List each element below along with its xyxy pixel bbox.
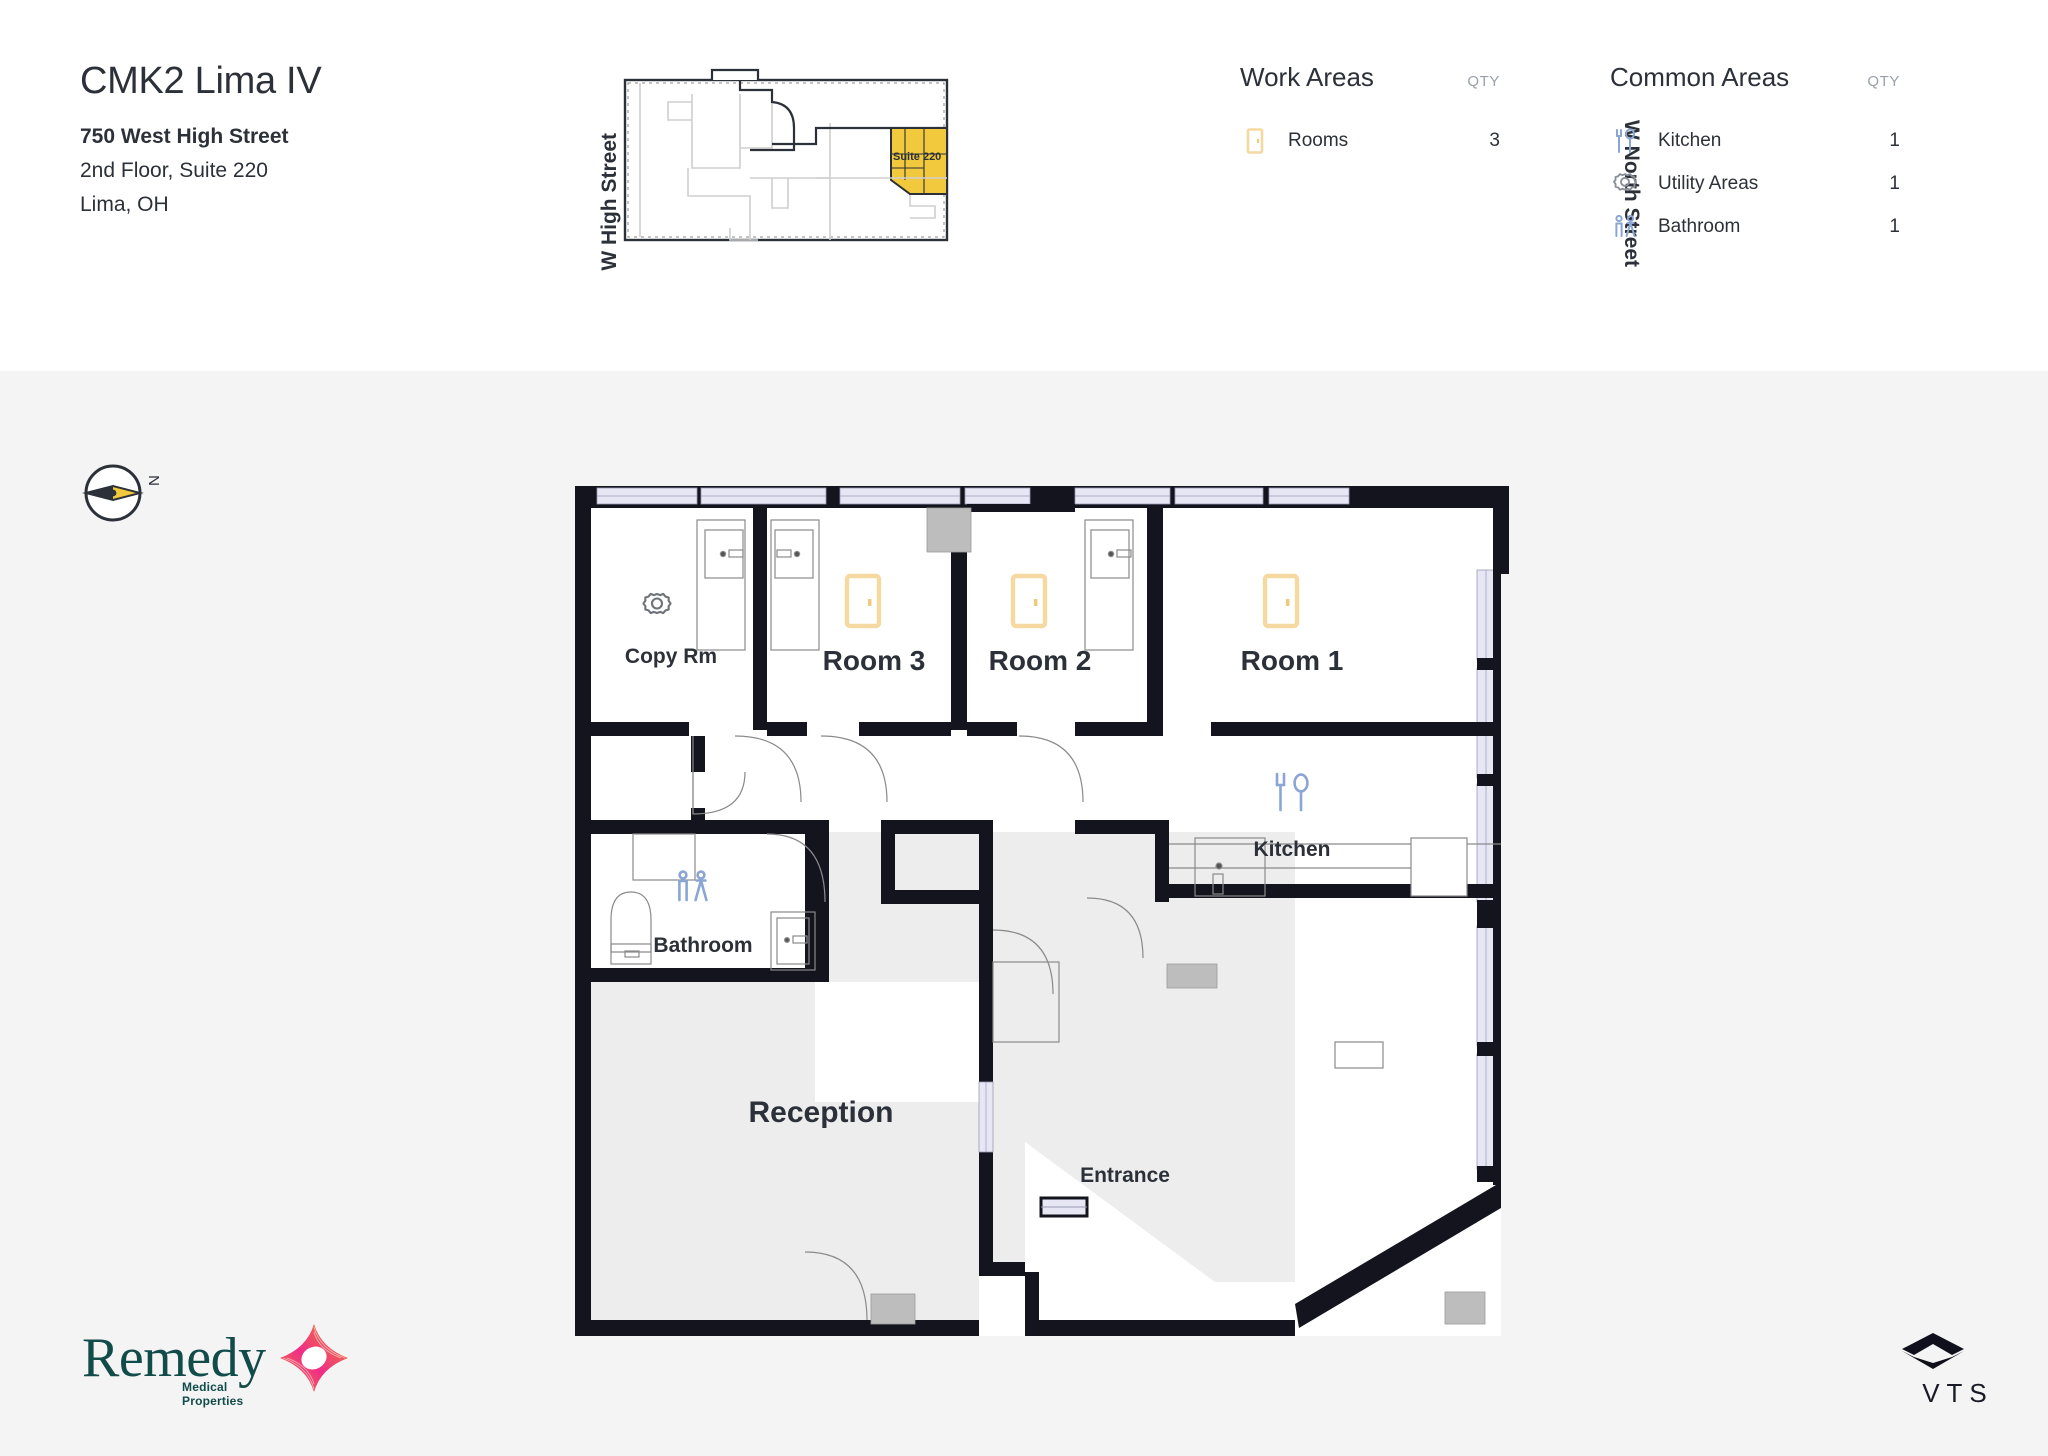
kitchen-utensils-icon	[1610, 126, 1640, 156]
address-floor-suite: 2nd Floor, Suite 220	[80, 159, 268, 182]
vts-chevron-icon	[1902, 1333, 1964, 1369]
column-block-bottom-left	[870, 1293, 916, 1325]
legend-count-bathroom: 1	[1889, 215, 1900, 237]
column-block-top	[926, 507, 972, 553]
legend-row-kitchen[interactable]: Kitchen 1	[1610, 119, 1900, 162]
legend-label-kitchen: Kitchen	[1658, 129, 1722, 151]
compass-north-label: N	[144, 475, 162, 486]
keymap-suite-label: Suite 220	[893, 151, 941, 163]
room-label-entrance: Entrance	[1080, 1164, 1170, 1187]
room-label-reception: Reception	[748, 1096, 893, 1129]
room-label-room-1: Room 1	[1241, 645, 1344, 676]
legend-common-title: Common Areas	[1610, 62, 1790, 92]
vts-logo: VTS	[1900, 1330, 2010, 1409]
legend-row-bathroom[interactable]: Bathroom 1	[1610, 205, 1900, 248]
legend-count-kitchen: 1	[1889, 129, 1900, 151]
legend-common-header: Common Areas QTY	[1610, 62, 1900, 93]
gear-icon	[1610, 169, 1640, 199]
legend-common-qty-header: QTY	[1867, 73, 1900, 90]
remedy-star-icon	[280, 1324, 348, 1392]
door-icon	[1240, 126, 1270, 156]
street-label-west: W High Street	[598, 133, 621, 271]
legend-work-header: Work Areas QTY	[1240, 62, 1500, 93]
title-block: CMK2 Lima IV 750 West High Street 2nd Fl…	[80, 60, 322, 217]
address-street: 750 West High Street	[80, 125, 289, 148]
restroom-people-icon	[1610, 212, 1640, 242]
legend-count-utility-areas: 1	[1889, 172, 1900, 194]
room-label-room-3: Room 3	[823, 645, 926, 676]
compass-rose	[78, 458, 188, 522]
page-header: CMK2 Lima IV 750 West High Street 2nd Fl…	[0, 0, 2048, 371]
key-map: W High Street W North Street Suite 220	[580, 58, 1643, 278]
remedy-wordmark: Remedy	[82, 1327, 266, 1389]
legend-work-qty-header: QTY	[1467, 73, 1500, 90]
window-entry-side	[978, 1081, 994, 1153]
legend-count-rooms: 3	[1489, 129, 1500, 151]
legend-work-title: Work Areas	[1240, 62, 1374, 92]
vts-wordmark: VTS	[1922, 1378, 1994, 1408]
legend-common-areas: Common Areas QTY Kitchen 1 Utility Areas…	[1610, 62, 1900, 248]
room-reception: Reception	[748, 1096, 893, 1129]
remedy-logo: Remedy Medical Properties	[82, 1324, 352, 1430]
legend-label-utility-areas: Utility Areas	[1658, 172, 1759, 194]
room-label-room-2: Room 2	[989, 645, 1092, 676]
legend-row-utility-areas[interactable]: Utility Areas 1	[1610, 162, 1900, 205]
room-label-copy-rm: Copy Rm	[625, 645, 717, 668]
column-block-bottom-right	[1444, 1291, 1486, 1325]
key-map-diagram: Suite 220	[623, 68, 949, 242]
legend-label-bathroom: Bathroom	[1658, 215, 1741, 237]
legend-label-rooms: Rooms	[1288, 129, 1349, 151]
room-label-bathroom: Bathroom	[653, 934, 752, 957]
floor-plan: Copy Rm Room 3 Room 2 Room 1 Kitchen Bat…	[575, 482, 1515, 1352]
address-city-state: Lima, OH	[80, 193, 169, 216]
legend-row-rooms[interactable]: Rooms 3	[1240, 119, 1500, 162]
legend-work-areas: Work Areas QTY Rooms 3	[1240, 62, 1500, 162]
page-title: CMK2 Lima IV	[80, 60, 322, 102]
room-label-kitchen: Kitchen	[1253, 838, 1330, 861]
keymap-suite-highlight: Suite 220	[890, 127, 948, 195]
column-block-kitchen	[1166, 963, 1218, 989]
